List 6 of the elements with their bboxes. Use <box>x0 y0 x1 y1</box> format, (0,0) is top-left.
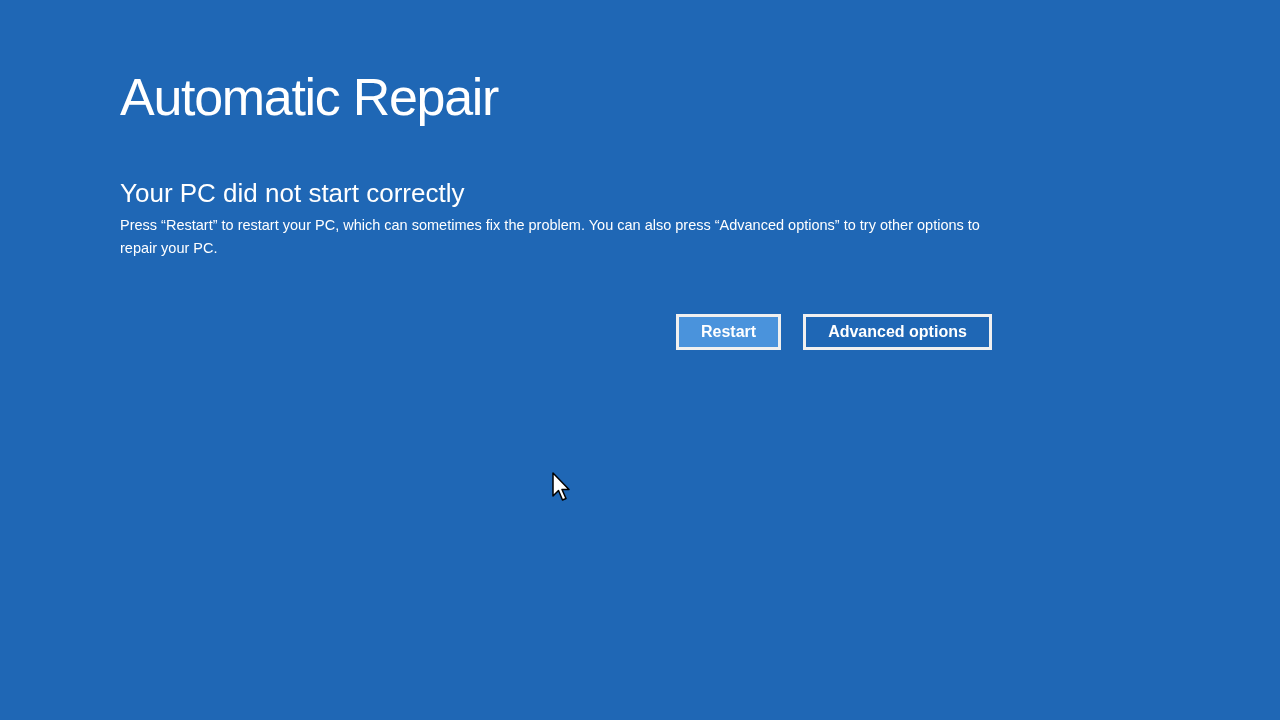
subtitle: Your PC did not start correctly <box>120 177 465 210</box>
restart-button[interactable]: Restart <box>676 314 782 350</box>
cursor-icon <box>552 472 572 503</box>
advanced-options-button[interactable]: Advanced options <box>803 314 992 350</box>
page-title: Automatic Repair <box>120 67 499 128</box>
message-text: Press “Restart” to restart your PC, which can sometimes fix the problem. You can also press “Advanced options” to try other options to repair your PC. <box>120 216 980 258</box>
